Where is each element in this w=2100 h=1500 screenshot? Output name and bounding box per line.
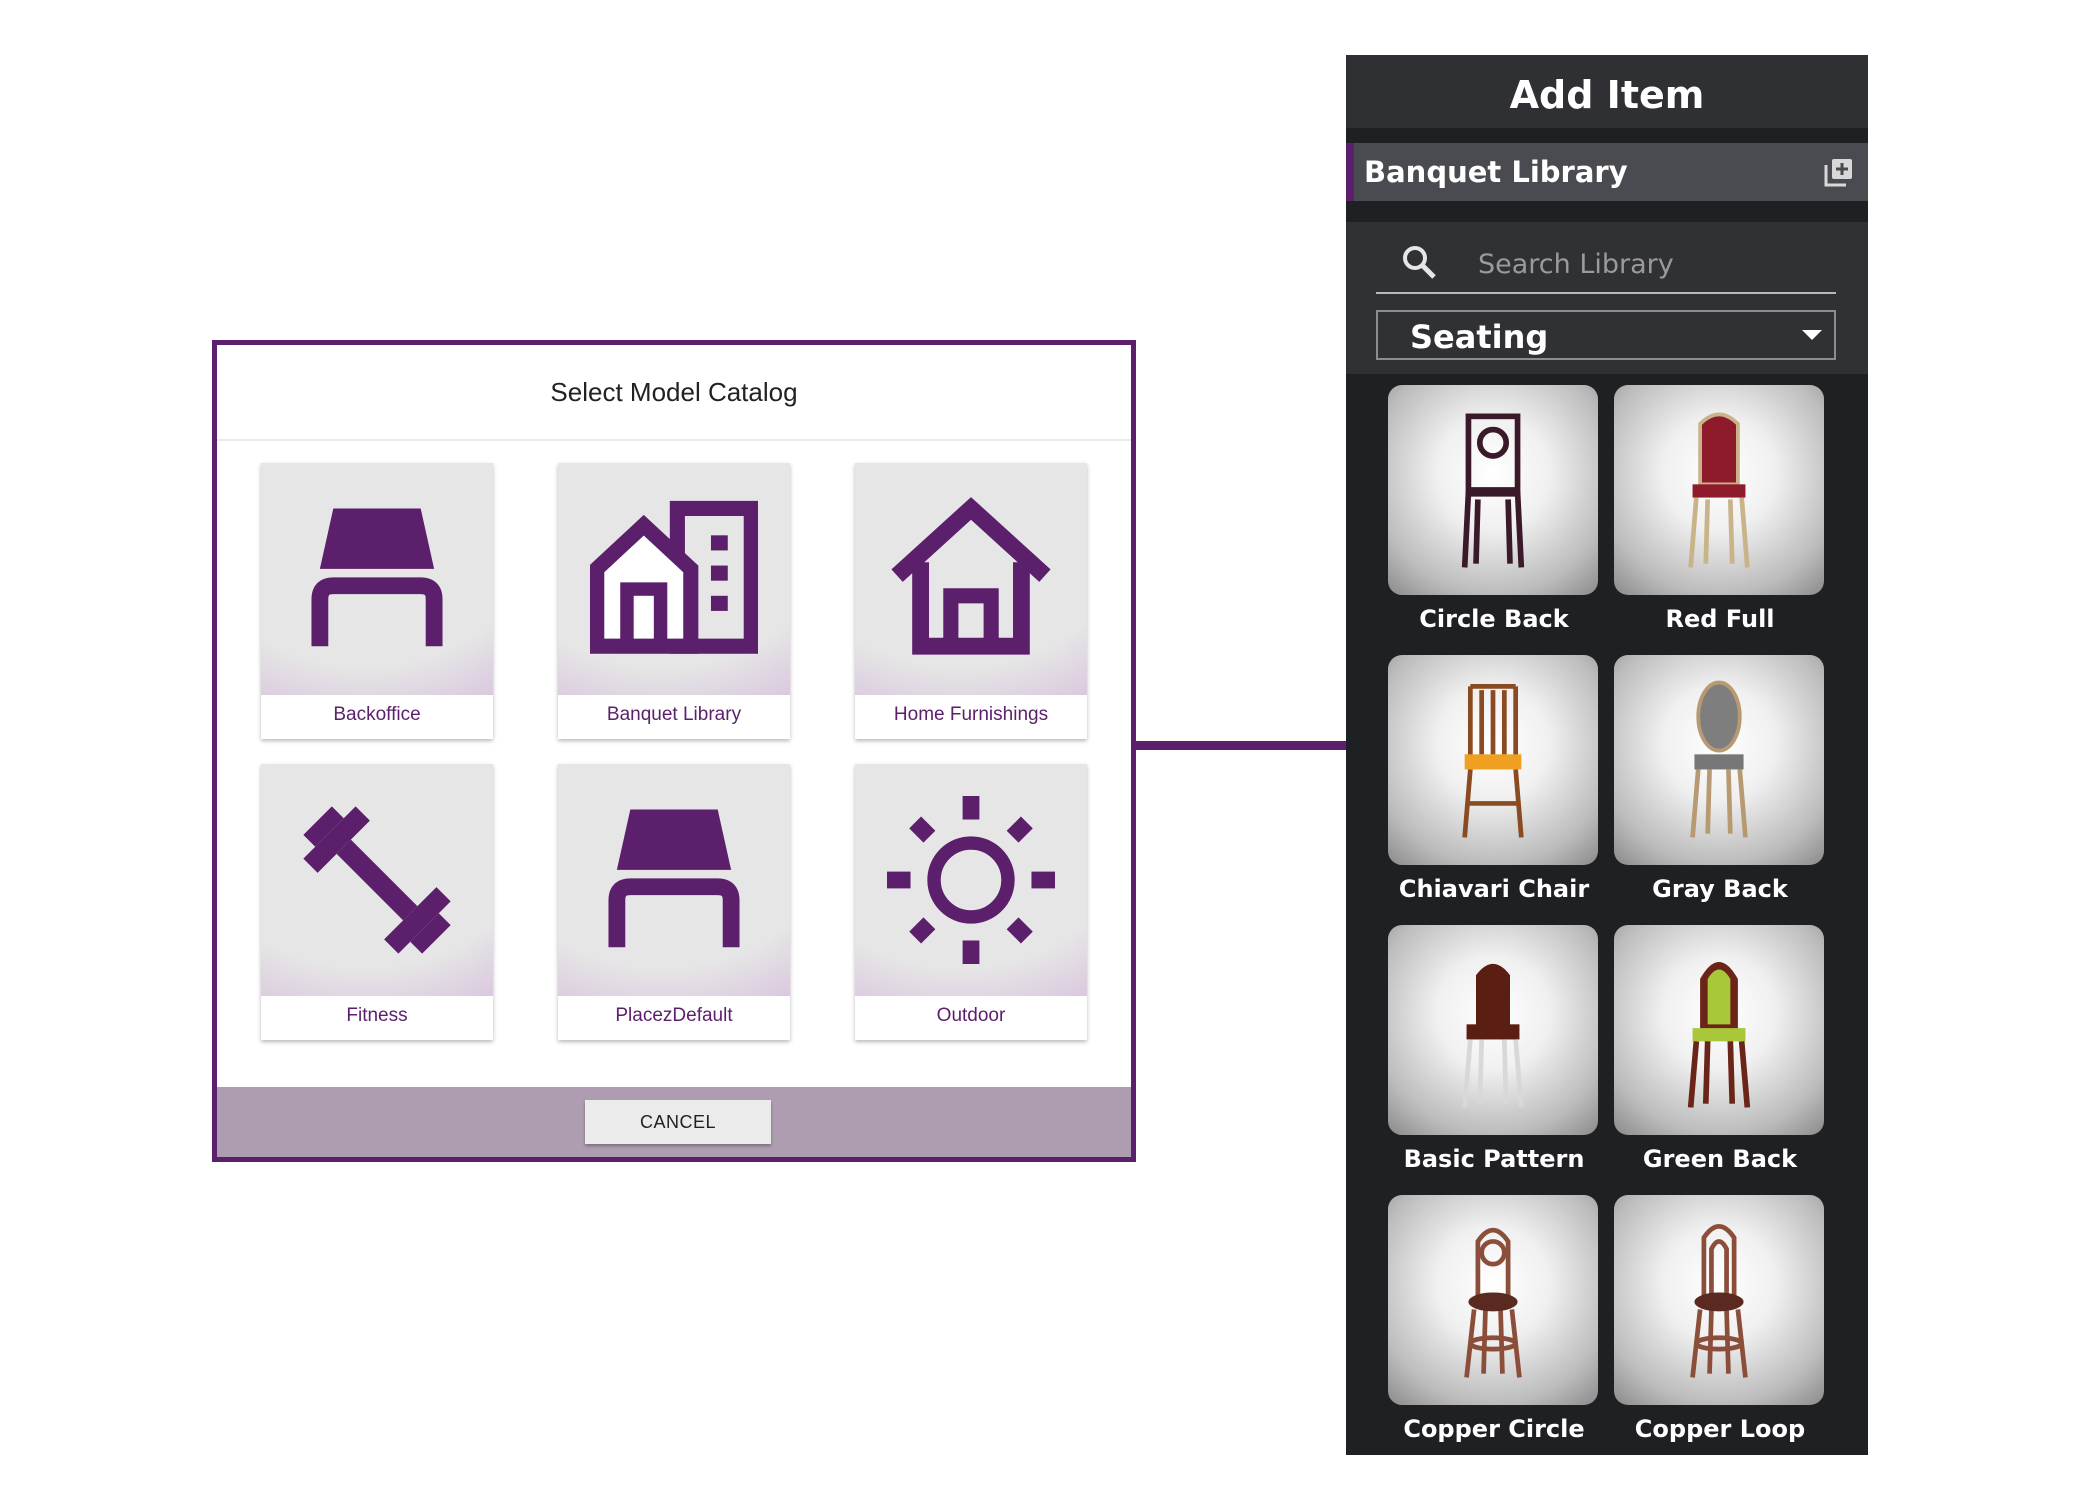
item-thumbnail bbox=[1388, 925, 1598, 1135]
buildings-icon bbox=[590, 500, 758, 654]
copper-loop-chair-icon bbox=[1690, 1224, 1748, 1378]
red-full-chair-icon bbox=[1688, 412, 1750, 568]
chiavari-chair-icon bbox=[1462, 683, 1524, 838]
catalog-card-fitness[interactable]: Fitness bbox=[261, 764, 493, 1040]
add-library-icon[interactable] bbox=[1824, 157, 1854, 187]
item-name: Green Back bbox=[1642, 1145, 1798, 1173]
search-input[interactable] bbox=[1476, 240, 1830, 288]
item-tile-gray-back[interactable]: Gray Back bbox=[1614, 655, 1826, 907]
item-name: Copper Loop bbox=[1634, 1415, 1806, 1443]
item-tile-green-back[interactable]: Green Back bbox=[1614, 925, 1826, 1177]
item-tile-copper-circle[interactable]: Copper Circle bbox=[1388, 1195, 1600, 1447]
sun-icon bbox=[887, 796, 1055, 964]
catalog-card-home-furnishings[interactable]: Home Furnishings bbox=[855, 463, 1087, 739]
catalog-card-label: Home Furnishings bbox=[893, 704, 1049, 725]
item-thumbnail bbox=[1614, 1195, 1824, 1405]
chair-icon bbox=[311, 508, 443, 647]
copper-circle-chair-icon bbox=[1464, 1227, 1522, 1378]
catalog-card-banquet-library[interactable]: Banquet Library bbox=[558, 463, 790, 739]
home-icon bbox=[891, 497, 1051, 655]
dialog-title: Select Model Catalog bbox=[217, 345, 1131, 441]
item-name: Copper Circle bbox=[1403, 1415, 1585, 1443]
green-back-chair-icon bbox=[1687, 962, 1751, 1108]
catalog-card-label: Fitness bbox=[346, 1005, 408, 1026]
item-thumbnail bbox=[1614, 655, 1824, 865]
item-tile-basic-pattern[interactable]: Basic Pattern bbox=[1388, 925, 1600, 1177]
item-thumbnail bbox=[1614, 925, 1824, 1135]
connector-line bbox=[1136, 741, 1346, 750]
item-name: Circle Back bbox=[1419, 605, 1569, 633]
category-value: Seating bbox=[1410, 318, 1549, 356]
basic-pattern-chair-icon bbox=[1462, 963, 1524, 1108]
search-box bbox=[1376, 234, 1836, 294]
item-name: Gray Back bbox=[1652, 875, 1788, 903]
search-section: Seating bbox=[1346, 222, 1868, 374]
add-item-panel: Add Item Banquet Library Seating bbox=[1346, 55, 1868, 1455]
item-tile-circle-back[interactable]: Circle Back bbox=[1388, 385, 1600, 637]
item-thumbnail bbox=[1614, 385, 1824, 595]
chevron-down-icon bbox=[1802, 330, 1822, 340]
select-model-catalog-dialog: Select Model Catalog Backoffice Banquet … bbox=[212, 340, 1136, 1162]
circle-back-chair-icon bbox=[1461, 413, 1525, 568]
gray-back-chair-icon bbox=[1690, 680, 1748, 838]
chair-icon bbox=[608, 809, 740, 948]
dumbbell-icon bbox=[303, 806, 451, 954]
category-dropdown[interactable]: Seating bbox=[1376, 310, 1836, 360]
item-tile-copper-loop[interactable]: Copper Loop bbox=[1614, 1195, 1826, 1447]
catalog-card-label: PlacezDefault bbox=[615, 1005, 733, 1026]
item-tile-red-full[interactable]: Red Full bbox=[1614, 385, 1826, 637]
item-thumbnail bbox=[1388, 655, 1598, 865]
catalog-card-backoffice[interactable]: Backoffice bbox=[261, 463, 493, 739]
catalog-card-label: Backoffice bbox=[333, 704, 421, 725]
item-name: Red Full bbox=[1665, 605, 1775, 633]
cancel-button[interactable]: CANCEL bbox=[585, 1100, 771, 1144]
panel-title: Add Item bbox=[1346, 55, 1868, 128]
catalog-card-outdoor[interactable]: Outdoor bbox=[855, 764, 1087, 1040]
search-icon bbox=[1403, 246, 1436, 279]
library-bar[interactable]: Banquet Library bbox=[1346, 143, 1868, 201]
item-thumbnail bbox=[1388, 1195, 1598, 1405]
item-thumbnail bbox=[1388, 385, 1598, 595]
catalog-card-label: Outdoor bbox=[936, 1005, 1006, 1026]
item-tile-chiavari-chair[interactable]: Chiavari Chair bbox=[1388, 655, 1600, 907]
library-name: Banquet Library bbox=[1364, 155, 1628, 189]
catalog-card-placez-default[interactable]: PlacezDefault bbox=[558, 764, 790, 1040]
dialog-footer: CANCEL bbox=[217, 1087, 1131, 1157]
item-name: Chiavari Chair bbox=[1398, 875, 1590, 903]
item-name: Basic Pattern bbox=[1403, 1145, 1585, 1173]
catalog-card-label: Banquet Library bbox=[606, 704, 742, 725]
